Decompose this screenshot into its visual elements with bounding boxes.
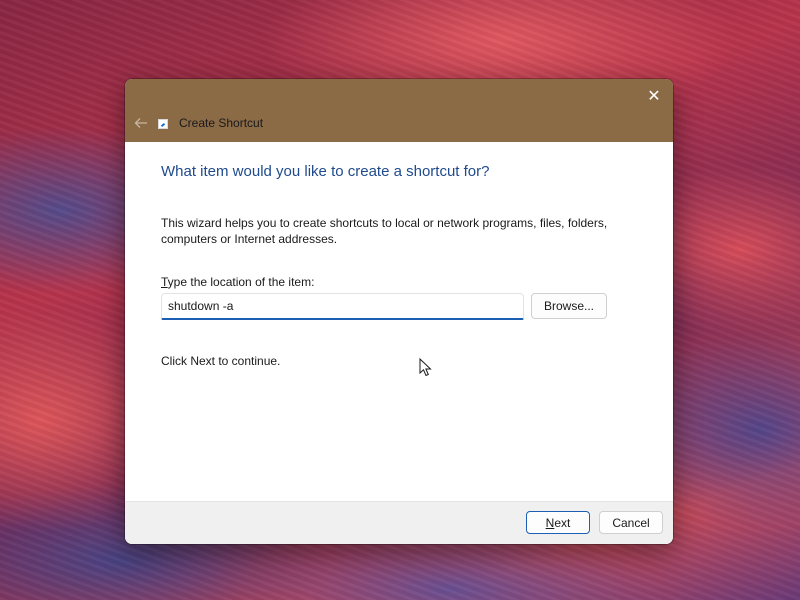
continue-instruction: Click Next to continue. <box>161 354 281 368</box>
wizard-description: This wizard helps you to create shortcut… <box>161 216 608 246</box>
location-label: Type the location of the item: <box>161 275 314 289</box>
next-button-text: ext <box>554 515 571 530</box>
shortcut-app-icon <box>158 119 168 129</box>
close-icon: ✕ <box>647 88 661 105</box>
browse-button[interactable]: Browse... <box>531 293 607 319</box>
wizard-content: What item would you like to create a sho… <box>125 142 673 501</box>
location-input[interactable] <box>161 293 524 320</box>
title-bar: ✕ Create Shortcut <box>125 79 673 142</box>
dialog-footer: Next Cancel <box>125 501 673 544</box>
next-button-mnemonic: N <box>545 515 555 530</box>
mouse-pointer-icon <box>419 358 432 377</box>
next-button[interactable]: Next <box>526 511 590 534</box>
back-arrow-icon <box>134 118 147 128</box>
back-button[interactable] <box>131 113 151 133</box>
cancel-button[interactable]: Cancel <box>599 511 663 534</box>
wizard-heading: What item would you like to create a sho… <box>161 163 490 180</box>
create-shortcut-dialog: ✕ Create Shortcut What item would you li… <box>125 79 673 544</box>
close-button[interactable]: ✕ <box>641 83 667 109</box>
location-label-text: ype the location of the item: <box>167 275 315 289</box>
window-title: Create Shortcut <box>179 116 264 130</box>
location-label-mnemonic: T <box>161 275 168 289</box>
